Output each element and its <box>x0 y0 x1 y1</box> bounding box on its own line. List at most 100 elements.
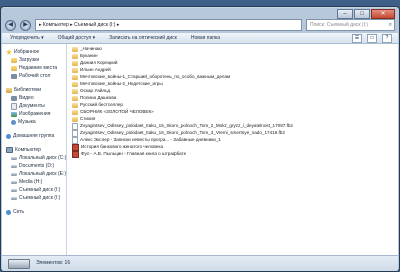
preview-pane-icon[interactable]: ▭ <box>367 33 377 43</box>
file-name: Даниил Корецкий <box>80 60 118 65</box>
folder-icon <box>72 67 78 73</box>
nav-label: Избранное <box>14 49 40 55</box>
file-name: Ильин Андрей <box>80 67 111 72</box>
file-name: Мечтовские_войны-2_Недетские_игры <box>80 81 163 86</box>
nav-homegroup[interactable]: Домашняя группа <box>6 132 54 140</box>
star-icon <box>6 49 12 55</box>
list-item[interactable]: Буканин <box>72 53 98 59</box>
nav-music[interactable]: Музыка <box>11 118 36 126</box>
view-controls: ☰ ▭ ? <box>352 33 398 43</box>
nav-recent[interactable]: Недавние места <box>11 64 57 72</box>
folder-icon <box>72 46 78 52</box>
explorer-window: – □ ✕ ◀ ▶ ▸ Компьютер ▸ Съемный диск (I:… <box>0 6 400 272</box>
help-icon[interactable]: ? <box>382 33 392 43</box>
nav-label: Домашняя группа <box>13 133 55 139</box>
document-icon <box>72 136 78 144</box>
search-input[interactable]: Поиск: Съемный диск (I:) ⌕ <box>306 19 395 31</box>
nav-label: Съемный диск (I:) <box>19 195 61 201</box>
item-count: Элементов: 16 <box>36 260 71 266</box>
address-bar[interactable]: ▸ Компьютер ▸ Съемный диск (I:) ▸ <box>35 19 302 31</box>
nav-drive[interactable]: Локальный диск (E:) <box>11 170 66 178</box>
address-area: ◀ ▶ ▸ Компьютер ▸ Съемный диск (I:) ▸ По… <box>5 19 395 31</box>
nav-drive[interactable]: Documents (D:) <box>11 162 54 170</box>
nav-drive[interactable]: Media (H:) <box>11 178 42 186</box>
nav-drive[interactable]: Съемный диск (I:) <box>11 194 60 202</box>
list-item[interactable]: Алекс Экслер - Записки невесты програ...… <box>72 136 221 144</box>
nav-downloads[interactable]: Загрузки <box>11 56 39 64</box>
nav-computer[interactable]: Компьютер <box>6 146 41 154</box>
nav-label: Библиотеки <box>14 87 42 93</box>
nav-label: Компьютер <box>15 147 41 153</box>
recent-places-icon <box>11 65 17 71</box>
ebook-app-icon <box>72 150 79 158</box>
nav-drive[interactable]: Локальный диск (C:) <box>11 154 66 162</box>
file-name: Алекс Экслер - Записки невесты програ...… <box>80 137 221 142</box>
nav-libraries[interactable]: Библиотеки <box>6 86 41 94</box>
nav-label: Сеть <box>13 209 25 215</box>
file-name: Оскар Уайльд <box>80 88 111 93</box>
nav-label: Загрузки <box>19 57 40 63</box>
forward-button[interactable]: ▶ <box>20 19 31 31</box>
details-pane: Элементов: 16 <box>2 255 398 271</box>
list-item[interactable]: _Начинаю <box>72 46 102 52</box>
nav-label: Локальный диск (C:) <box>19 155 67 161</box>
nav-documents[interactable]: Документы <box>11 102 45 110</box>
list-item[interactable]: Фул - А.В. Пыльцин - Главная книга о штр… <box>72 150 186 158</box>
nav-label: Видео <box>19 95 34 101</box>
nav-label: Рабочий стол <box>19 73 51 79</box>
list-item[interactable]: Мечтовские_войны-1_Старший_оборотень_по_… <box>72 74 230 80</box>
search-icon: ⌕ <box>388 22 392 28</box>
file-name: Буканин <box>80 53 98 58</box>
nav-label: Локальный диск (E:) <box>19 171 67 177</box>
nav-network[interactable]: Сеть <box>6 208 24 216</box>
share-button[interactable]: Общий доступ ▾ <box>58 35 96 41</box>
file-name: СБОРНИК «ЗОЛОТОЙ ЧЕЛОВЕК» <box>80 109 154 114</box>
minimize-button[interactable]: – <box>337 9 353 19</box>
nav-label: Недавние места <box>19 65 58 71</box>
new-folder-button[interactable]: Новая папка <box>191 35 220 41</box>
list-item[interactable]: Мечтовские_войны-2_Недетские_игры <box>72 81 163 87</box>
list-item[interactable]: СБОРНИК «ЗОЛОТОЙ ЧЕЛОВЕК» <box>72 109 154 115</box>
file-name: Русский бестселлер <box>80 102 123 107</box>
list-item[interactable]: Даниил Корецкий <box>72 60 117 66</box>
nav-favorites[interactable]: Избранное <box>6 48 39 56</box>
folder-icon <box>72 53 78 59</box>
homegroup-icon <box>6 133 11 139</box>
nav-label: Съемный диск (I:) <box>19 187 61 193</box>
folder-icon <box>72 74 78 80</box>
organize-button[interactable]: Упорядочить ▾ <box>10 35 44 41</box>
list-item[interactable]: Ильин Андрей <box>72 67 111 73</box>
music-icon <box>11 119 16 125</box>
list-item[interactable]: Zvyagintsev_Odissey_pokidaet_Itaku_16_Sk… <box>72 129 285 137</box>
folder-icon <box>72 116 78 122</box>
list-item[interactable]: Zvyagintsev_Odissey_pokidaet_Itaku_15_Sk… <box>72 122 293 130</box>
file-name: Zvyagintsev_Odissey_pokidaet_Itaku_15_Sk… <box>80 123 293 128</box>
list-item[interactable]: Стихия <box>72 116 95 122</box>
caption-buttons: – □ ✕ <box>337 9 395 19</box>
folder-icon <box>72 109 78 115</box>
view-icon[interactable]: ☰ <box>352 33 362 43</box>
list-item[interactable]: Полина Дашкова <box>72 95 116 101</box>
nav-desktop[interactable]: Рабочий стол <box>11 72 50 80</box>
nav-images[interactable]: Изображения <box>11 110 50 118</box>
list-item[interactable]: Оскар Уайльд <box>72 88 110 94</box>
maximize-button[interactable]: □ <box>354 9 370 19</box>
list-item[interactable]: История банкового женатого человека <box>72 143 163 151</box>
drive-icon <box>11 156 17 160</box>
removable-drive-icon <box>8 259 30 269</box>
nav-label: Media (H:) <box>19 179 43 185</box>
folder-icon <box>72 88 78 94</box>
nav-video[interactable]: Видео <box>11 94 34 102</box>
close-button[interactable]: ✕ <box>371 9 395 19</box>
desktop-icon <box>11 73 17 79</box>
drive-icon <box>11 172 17 176</box>
nav-drive[interactable]: Съемный диск (I:) <box>11 186 60 194</box>
downloads-icon <box>11 57 17 63</box>
network-icon <box>6 209 11 215</box>
list-item[interactable]: Русский бестселлер <box>72 102 123 108</box>
folder-icon <box>72 81 78 87</box>
burn-button[interactable]: Записать на оптический диск <box>109 35 177 41</box>
video-icon <box>11 95 17 101</box>
back-button[interactable]: ◀ <box>5 19 16 31</box>
drive-icon <box>11 188 17 192</box>
